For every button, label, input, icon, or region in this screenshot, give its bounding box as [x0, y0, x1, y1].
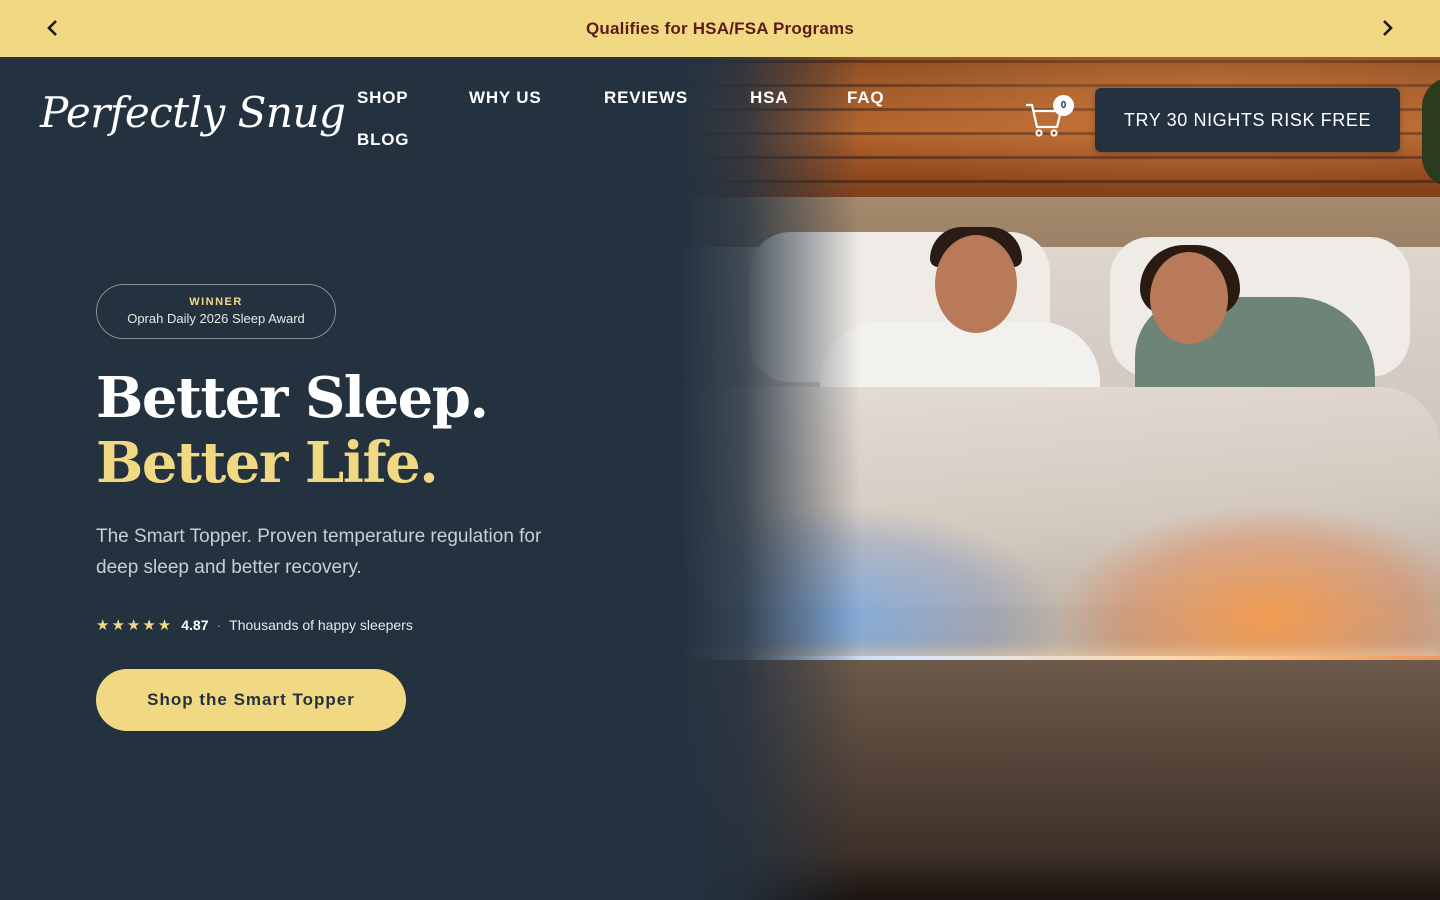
rating-value: 4.87 [181, 617, 209, 633]
rating-text: Thousands of happy sleepers [229, 617, 413, 633]
rating-separator: · [216, 617, 222, 633]
logo[interactable]: Perfectly Snug [40, 88, 346, 137]
nav-blog[interactable]: BLOG [357, 130, 409, 150]
nav-why-us[interactable]: WHY US [469, 88, 542, 108]
cart-count-badge: 0 [1053, 95, 1074, 116]
chevron-right-icon[interactable] [1375, 16, 1399, 40]
chevron-left-icon[interactable] [41, 16, 65, 40]
star-rating-icon: ★★★★★ [96, 617, 174, 634]
nav-faq[interactable]: FAQ [847, 88, 884, 108]
face [935, 235, 1017, 333]
headline-line-1: Better Sleep. [96, 365, 489, 431]
face [1150, 252, 1228, 344]
warm-glow [1060, 507, 1440, 667]
announcement-text[interactable]: Qualifies for HSA/FSA Programs [586, 19, 854, 39]
plant [1422, 77, 1440, 187]
hero-description: The Smart Topper. Proven temperature reg… [96, 526, 542, 578]
image-fade [680, 57, 860, 900]
headline-line-2: Better Life. [96, 430, 439, 496]
try-risk-free-button[interactable]: TRY 30 NIGHTS RISK FREE [1095, 88, 1400, 152]
announcement-bar: Qualifies for HSA/FSA Programs [0, 0, 1440, 57]
award-badge-title: WINNER [189, 296, 243, 308]
hero-image [680, 57, 1440, 900]
rating-row: ★★★★★ 4.87 · Thousands of happy sleepers [96, 616, 413, 634]
award-badge: WINNER Oprah Daily 2026 Sleep Award [96, 284, 336, 339]
nav-reviews[interactable]: REVIEWS [604, 88, 688, 108]
shop-smart-topper-button[interactable]: Shop the Smart Topper [96, 669, 406, 731]
nav-shop[interactable]: SHOP [357, 88, 408, 108]
award-badge-subtitle: Oprah Daily 2026 Sleep Award [127, 311, 305, 326]
nav-hsa[interactable]: HSA [750, 88, 788, 108]
